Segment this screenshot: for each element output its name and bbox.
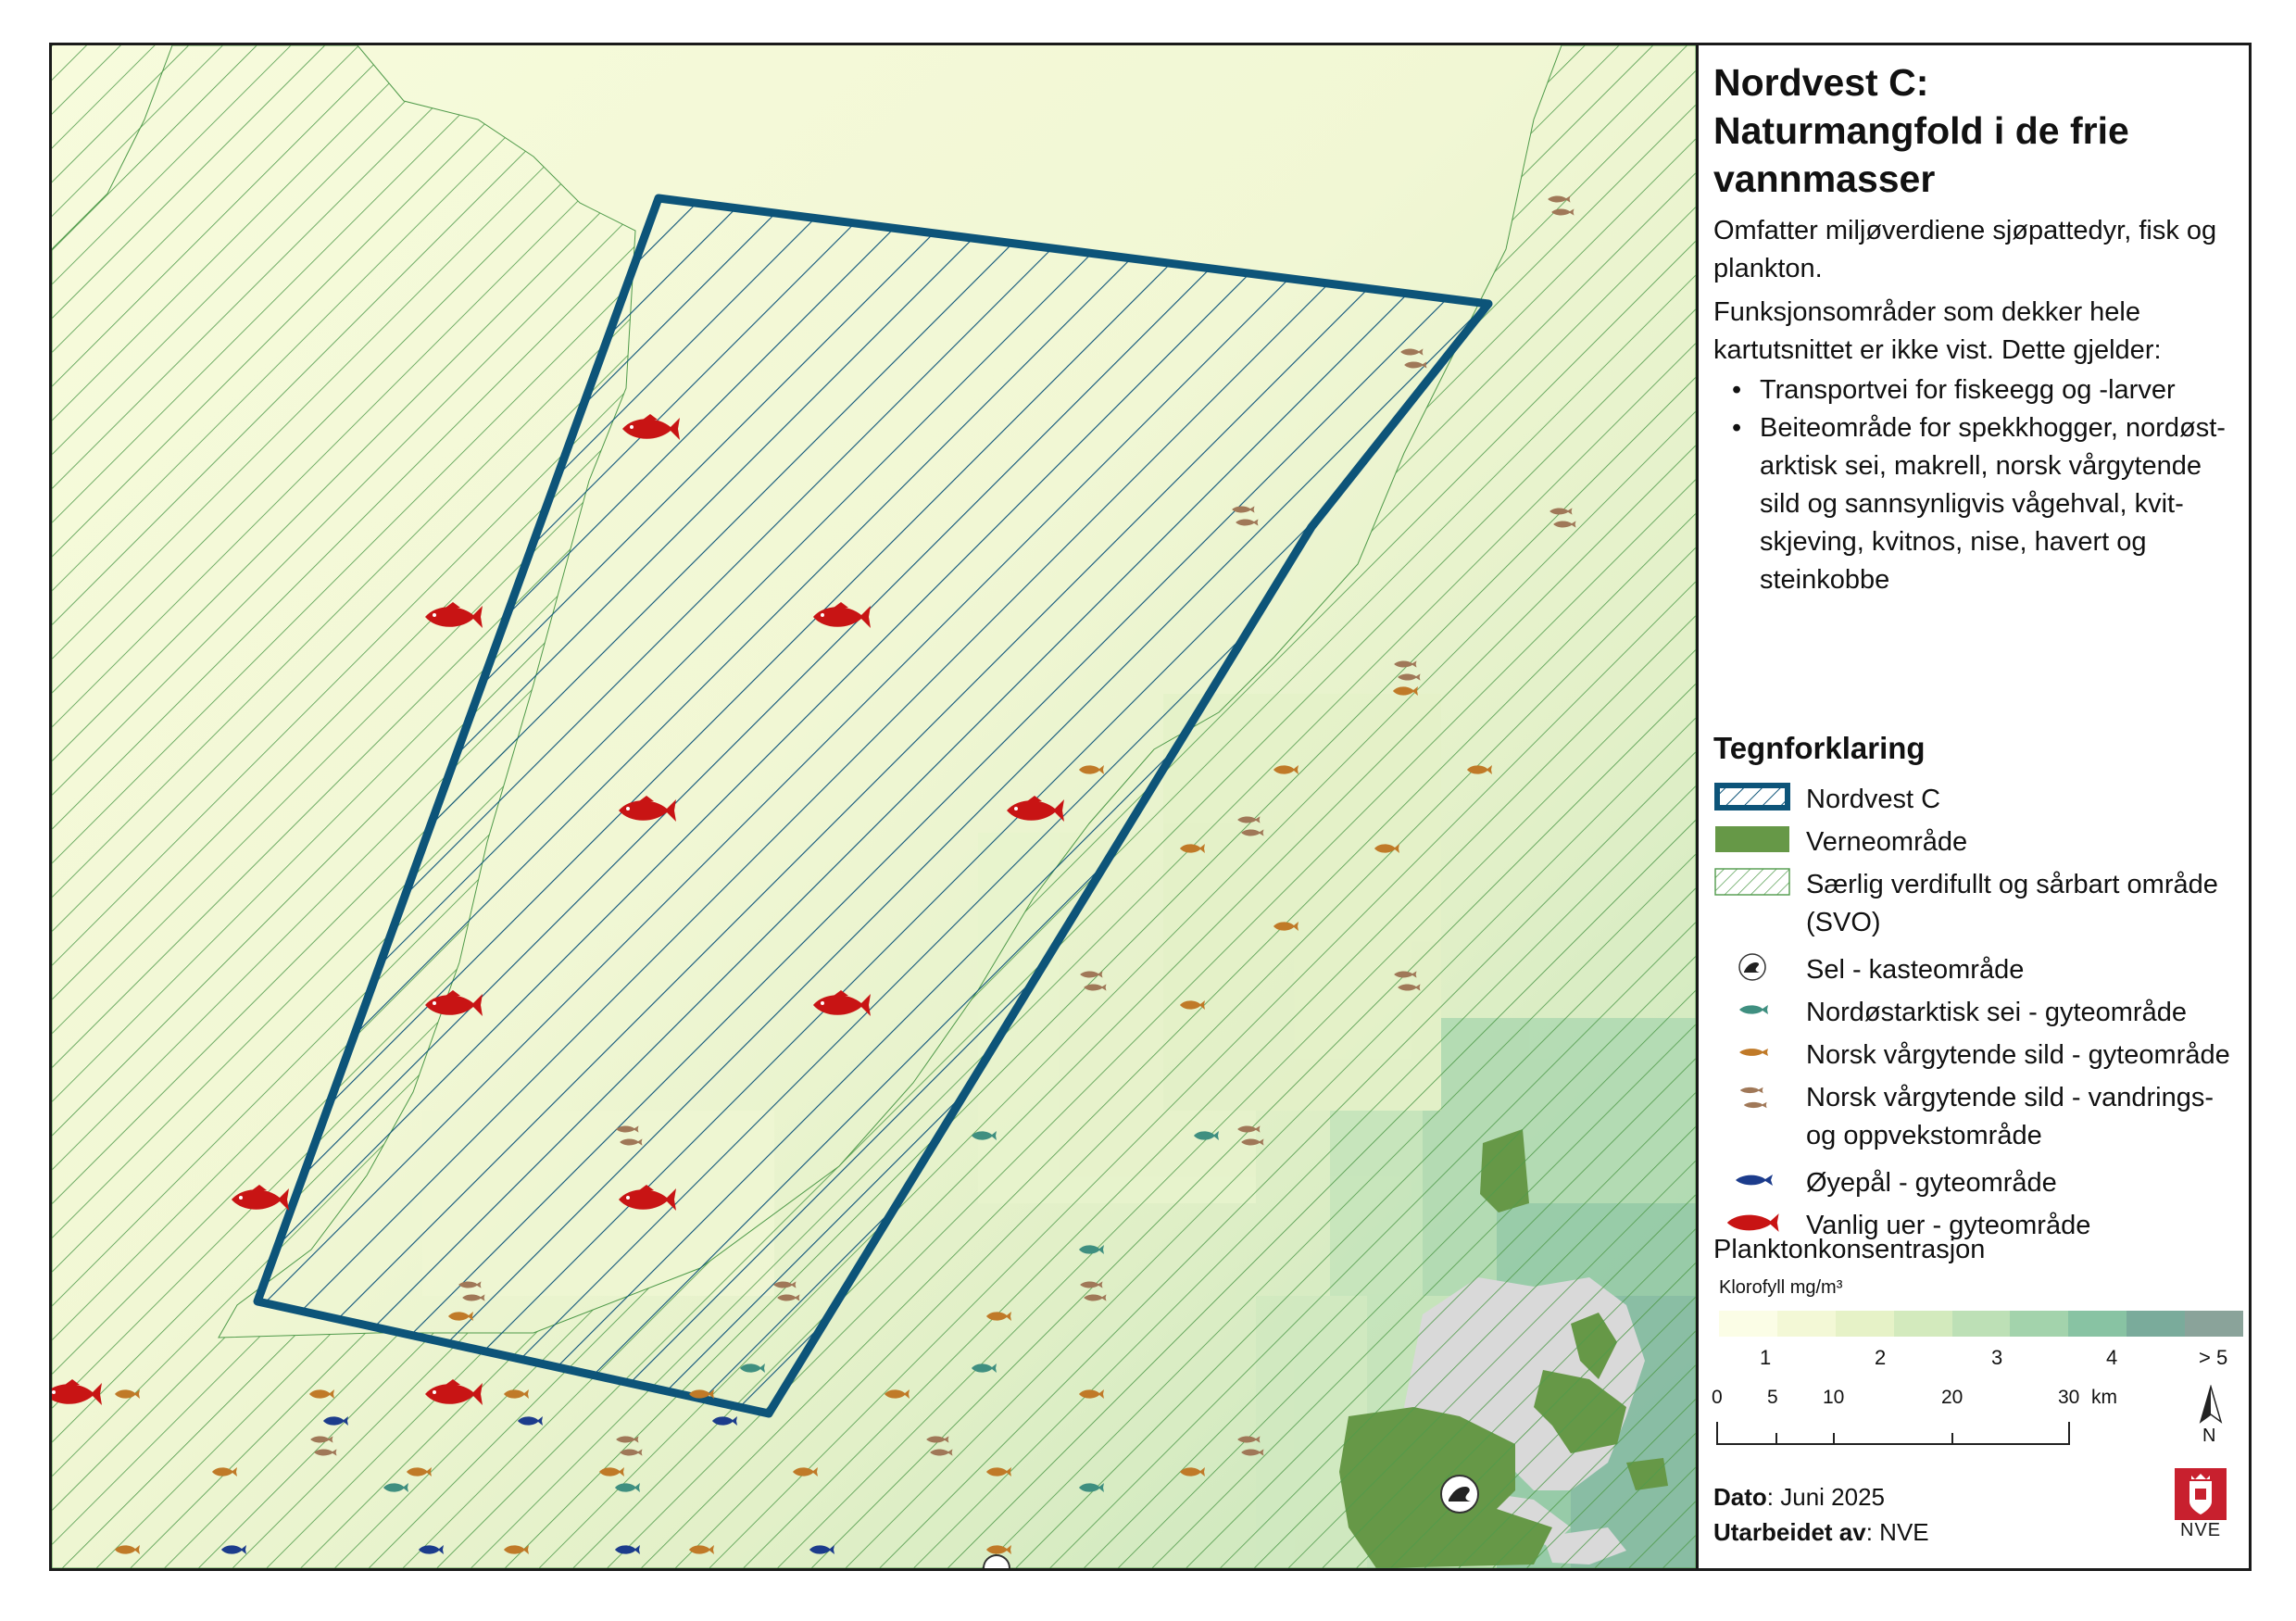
plankton-tick: 2	[1875, 1346, 1887, 1369]
map-frame: Nordvest C: Naturmangfold i de frie vannma…	[49, 43, 2252, 1571]
plankton-color-step	[2127, 1311, 2186, 1337]
legend-item-protected: Verneområde	[1713, 823, 2241, 861]
plankton-color-step	[2068, 1311, 2127, 1337]
seal-icon	[1738, 953, 1766, 981]
scale-bar-graphic	[1716, 1422, 2070, 1445]
plankton-color-step	[2010, 1311, 2069, 1337]
plankton-color-step	[1776, 1311, 1836, 1337]
legend-item-seal: Sel - kasteområde	[1713, 951, 2241, 988]
scale-unit: km	[2091, 1387, 2117, 1408]
scale-label: 5	[1767, 1387, 1778, 1408]
legend-item-herring-spawning: Norsk vårgytende sild - gyteområde	[1713, 1037, 2241, 1074]
plankton-tick: 1	[1760, 1346, 1772, 1369]
legend-label: Øyepål - gyteområde	[1806, 1168, 2057, 1198]
bullet-item: • Transportvei for fiskeegg og -larver	[1732, 371, 2240, 409]
herring-migration-icon	[1739, 1087, 1767, 1109]
svo-hatch-icon	[1714, 868, 1790, 896]
legend-label: Norsk vårgytende sild - gyteområde	[1806, 1040, 2230, 1070]
legend-label: Verneområde	[1806, 827, 1968, 857]
date-line: Dato: Juni 2025	[1713, 1483, 1885, 1512]
bullet-item: • Beiteområde for spekkhogger, nordøst-a…	[1732, 409, 2240, 599]
north-arrow: N	[2195, 1384, 2227, 1446]
legend-label: Sel - kasteområde	[1806, 955, 2025, 985]
plankton-color-step	[1951, 1311, 2011, 1337]
protected-area-icon	[1715, 826, 1789, 852]
legend-item-svo: Særlig verdifullt og sårbart område (SVO…	[1713, 866, 2241, 944]
plankton-color-step	[2185, 1311, 2244, 1337]
plankton-heading: Planktonkonsentrasjon	[1713, 1235, 1986, 1264]
scale-label: 20	[1941, 1387, 1964, 1408]
norway-pout-icon	[1736, 1175, 1773, 1186]
legend-heading: Tegnforklaring	[1713, 731, 1926, 765]
plankton-color-step	[1893, 1311, 1952, 1337]
plankton-color-step	[1835, 1311, 1894, 1337]
plankton-tick: > 5	[2199, 1346, 2228, 1369]
saithe-icon	[1739, 1005, 1768, 1014]
nve-logo: NVE	[2173, 1466, 2228, 1549]
author-line: Utarbeidet av: NVE	[1713, 1518, 1929, 1547]
legend-label: Norsk vårgytende sild - vandrings- og op…	[1806, 1083, 2214, 1150]
legend-label: Særlig verdifullt og sårbart område (SVO…	[1806, 870, 2218, 937]
map-canvas[interactable]	[52, 45, 1696, 1568]
plankton-unit: Klorofyll mg/m³	[1719, 1277, 1843, 1298]
legend-item-herring-migration: Norsk vårgytende sild - vandrings- og op…	[1713, 1079, 2241, 1157]
north-label: N	[2202, 1426, 2216, 1446]
map-title: Nordvest C: Naturmangfold i de frie vannma…	[1713, 61, 2129, 200]
map-description: Omfatter miljøverdiene sjøpattedyr, fisk…	[1713, 216, 2217, 283]
legend-item-norway-pout: Øyepål - gyteområde	[1713, 1164, 2241, 1201]
author-value: : NVE	[1865, 1518, 1929, 1546]
bullet-dot-icon: •	[1732, 375, 1742, 405]
map-note: Funksjonsområder som dekker hele kartuts…	[1713, 297, 2162, 365]
legend-item-study-area: Nordvest C	[1713, 781, 2241, 818]
date-label: Dato	[1713, 1483, 1767, 1511]
nve-logo-text: NVE	[2180, 1520, 2222, 1540]
plankton-color-bar	[1719, 1311, 2244, 1337]
legend-label: Nordøstarktisk sei - gyteområde	[1806, 998, 2187, 1027]
map-area[interactable]	[52, 45, 1699, 1568]
scale-label: 0	[1712, 1387, 1723, 1408]
herring-spawning-icon	[1739, 1049, 1768, 1056]
legend-item-saithe: Nordøstarktisk sei - gyteområde	[1713, 994, 2241, 1031]
scale-label: 30	[2058, 1387, 2080, 1408]
plankton-tick: 4	[2106, 1346, 2118, 1369]
plankton-color-step	[1719, 1311, 1777, 1337]
redfish-icon	[1726, 1213, 1779, 1232]
scale-label: 10	[1823, 1387, 1845, 1408]
seal-icon[interactable]	[1440, 1475, 1479, 1514]
plankton-tick: 3	[1991, 1346, 2003, 1369]
legend-panel: Nordvest C: Naturmangfold i de frie vannma…	[1699, 45, 2249, 1568]
study-area-icon	[1714, 783, 1790, 810]
bullet-dot-icon: •	[1732, 413, 1742, 443]
date-value: : Juni 2025	[1766, 1483, 1885, 1511]
author-label: Utarbeidet av	[1713, 1518, 1866, 1546]
legend-label: Nordvest C	[1806, 785, 1941, 814]
